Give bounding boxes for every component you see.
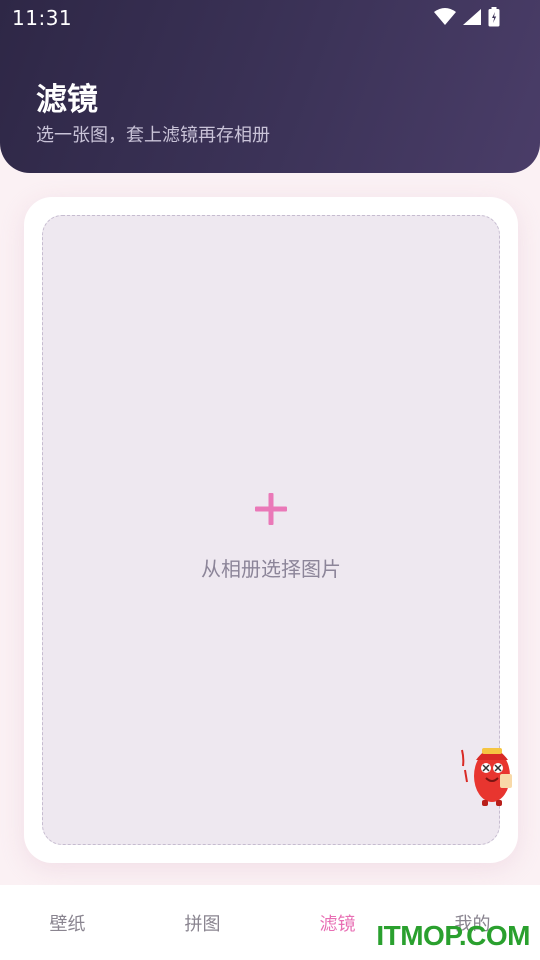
select-from-album-label: 从相册选择图片 — [201, 557, 341, 581]
page-subtitle: 选一张图，套上滤镜再存相册 — [36, 125, 270, 146]
page-title: 滤镜 — [36, 82, 98, 118]
status-icons — [434, 6, 500, 28]
nav-item-wallpaper[interactable]: 壁纸 — [0, 885, 135, 960]
status-bar: 11:31 — [0, 0, 540, 36]
watermark-logo: ITMOP.COM — [376, 920, 530, 951]
nav-item-collage[interactable]: 拼图 — [135, 885, 270, 960]
status-time: 11:31 — [12, 6, 73, 30]
select-from-album-button[interactable]: 从相册选择图片 — [42, 215, 500, 845]
upload-card: 从相册选择图片 — [24, 197, 518, 863]
header: 11:31 滤镜 选一张图，套上滤镜再存相册 — [0, 0, 540, 173]
signal-icon — [462, 8, 482, 26]
wifi-icon — [434, 8, 456, 26]
battery-icon — [488, 7, 500, 27]
plus-icon — [255, 493, 287, 525]
red-envelope-mascot-icon[interactable] — [460, 738, 518, 808]
